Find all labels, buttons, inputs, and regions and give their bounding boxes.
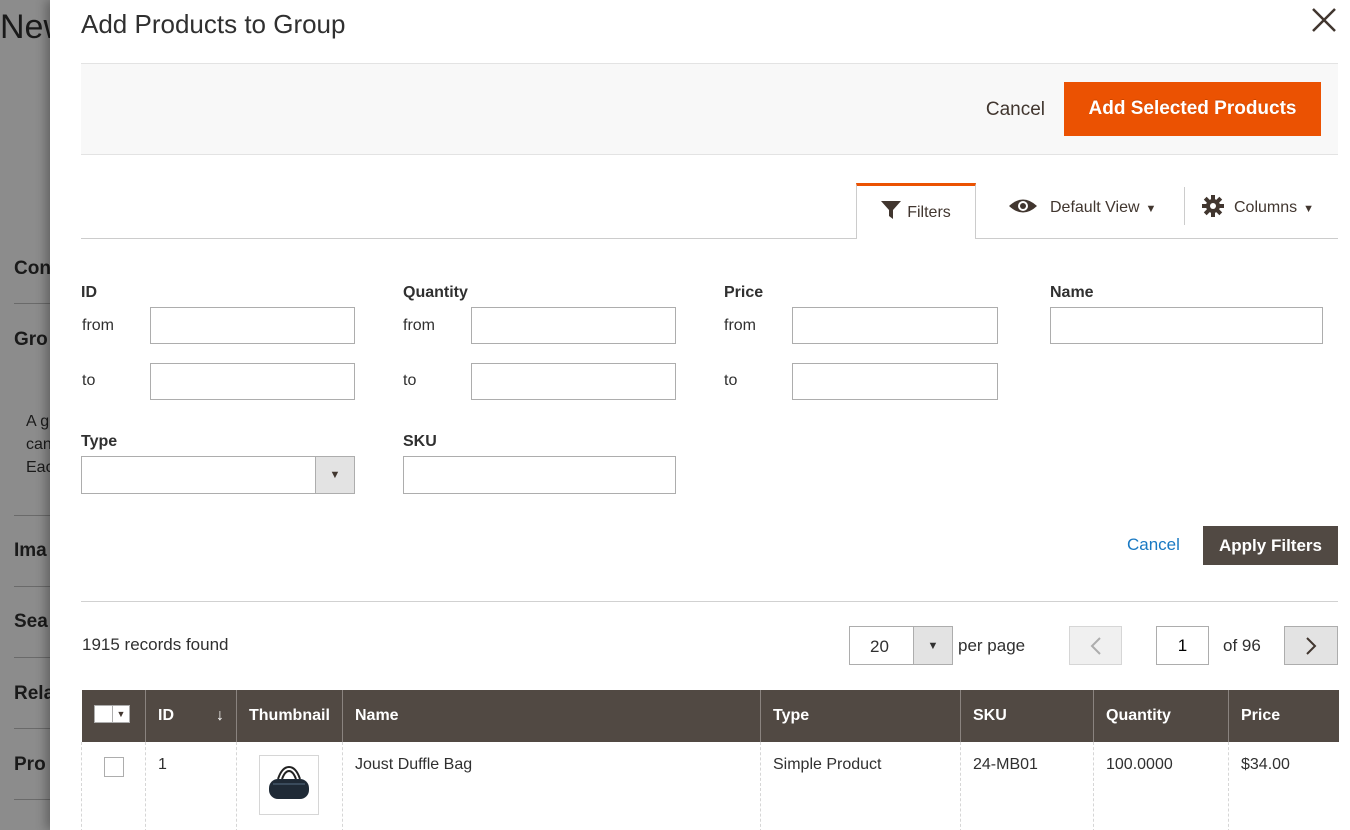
- column-header-type[interactable]: Type: [760, 690, 961, 742]
- filter-id-to-input[interactable]: [150, 363, 355, 400]
- close-icon[interactable]: [1310, 6, 1338, 34]
- eye-icon: [1008, 197, 1038, 220]
- filter-label-type: Type: [81, 433, 118, 450]
- modal-action-bar: Cancel Add Selected Products: [81, 63, 1338, 155]
- filter-price-from-label: from: [724, 317, 756, 334]
- filter-quantity-from-input[interactable]: [471, 307, 676, 344]
- background-text: A g: [26, 413, 50, 430]
- column-header-price[interactable]: Price: [1228, 690, 1339, 742]
- columns-dropdown[interactable]: Columns ▼: [1202, 190, 1314, 226]
- products-grid: ▼ ID ↓ Thumbnail Name Type SKU Quantity P…: [81, 690, 1339, 830]
- default-view-dropdown[interactable]: Default View ▼: [1008, 190, 1156, 226]
- add-products-modal: Add Products to Group Cancel Add Selecte…: [50, 0, 1350, 830]
- per-page-select[interactable]: 20 ▼: [849, 626, 953, 665]
- sort-arrow-icon: ↓: [216, 707, 224, 724]
- filter-icon: [881, 201, 902, 224]
- product-thumbnail[interactable]: [259, 755, 319, 815]
- cell-quantity: 100.0000: [1093, 742, 1229, 830]
- filters-cancel-link[interactable]: Cancel: [1127, 535, 1180, 555]
- page-number-input[interactable]: [1156, 626, 1209, 665]
- filter-id-from-input[interactable]: [150, 307, 355, 344]
- cell-type: Simple Product: [760, 742, 961, 830]
- background-section: Pro: [14, 754, 46, 775]
- chevron-down-icon: ▼: [913, 627, 952, 664]
- filter-label-price: Price: [724, 284, 764, 301]
- filter-label-id: ID: [81, 284, 97, 301]
- table-row[interactable]: 1 Joust Duffle Bag Simple Product 24-MB0…: [81, 742, 1339, 830]
- filter-quantity-to-input[interactable]: [471, 363, 676, 400]
- row-checkbox[interactable]: [104, 757, 124, 777]
- filter-id-from-label: from: [82, 317, 114, 334]
- filter-price-from-input[interactable]: [792, 307, 998, 344]
- chevron-down-icon: ▼: [315, 457, 354, 493]
- filter-quantity-to-label: to: [403, 372, 417, 389]
- cell-thumbnail: [236, 742, 343, 830]
- filter-price-to-label: to: [724, 372, 738, 389]
- per-page-label: per page: [958, 636, 1026, 655]
- modal-title: Add Products to Group: [81, 9, 346, 39]
- duffle-bag-icon: [269, 765, 309, 799]
- filter-name-input[interactable]: [1050, 307, 1323, 344]
- column-header-quantity[interactable]: Quantity: [1093, 690, 1229, 742]
- filter-id-to-label: to: [82, 372, 96, 389]
- gear-icon: [1202, 194, 1224, 222]
- add-selected-products-button[interactable]: Add Selected Products: [1064, 82, 1321, 136]
- records-found: 1915 records found: [82, 635, 229, 654]
- column-header-id[interactable]: ID ↓: [145, 690, 237, 742]
- background-text: can: [26, 436, 52, 453]
- mass-select-header: ▼: [81, 690, 146, 742]
- filters-tab[interactable]: Filters: [856, 183, 976, 239]
- background-section: Ima: [14, 540, 47, 561]
- cell-sku: 24-MB01: [960, 742, 1094, 830]
- per-page-value: 20: [870, 637, 889, 656]
- column-header-name[interactable]: Name: [342, 690, 761, 742]
- chevron-right-icon: [1306, 636, 1317, 655]
- mass-select-dropdown[interactable]: ▼: [93, 705, 130, 723]
- next-page-button[interactable]: [1284, 626, 1338, 665]
- filter-label-sku: SKU: [403, 433, 437, 450]
- toolbar-separator: [1184, 187, 1185, 225]
- default-view-label: Default View ▼: [1050, 199, 1157, 216]
- column-header-thumbnail: Thumbnail: [236, 690, 343, 742]
- cell-id: 1: [145, 742, 237, 830]
- filter-quantity-from-label: from: [403, 317, 435, 334]
- chevron-down-icon: ▼: [116, 709, 126, 719]
- filter-label-quantity: Quantity: [403, 284, 468, 301]
- background-section: Con: [14, 258, 51, 279]
- grid-header-row: ▼ ID ↓ Thumbnail Name Type SKU Quantity P…: [81, 690, 1339, 742]
- background-section: Rela: [14, 683, 55, 704]
- filters-tab-label: Filters: [907, 203, 951, 221]
- toolbar-divider: [81, 238, 1338, 239]
- background-section: Gro: [14, 329, 48, 350]
- previous-page-button[interactable]: [1069, 626, 1122, 665]
- background-section: Sea: [14, 611, 48, 632]
- total-pages: of 96: [1223, 636, 1261, 655]
- filter-type-select[interactable]: ▼: [81, 456, 355, 494]
- apply-filters-button[interactable]: Apply Filters: [1203, 526, 1338, 565]
- columns-label: Columns ▼: [1234, 199, 1315, 216]
- column-header-sku[interactable]: SKU: [960, 690, 1094, 742]
- cell-price: $34.00: [1228, 742, 1339, 830]
- filter-sku-input[interactable]: [403, 456, 676, 494]
- chevron-left-icon: [1090, 636, 1101, 655]
- cancel-button[interactable]: Cancel: [986, 84, 1045, 136]
- filter-label-name: Name: [1050, 284, 1094, 301]
- filter-price-to-input[interactable]: [792, 363, 998, 400]
- filters-divider: [81, 601, 1338, 602]
- cell-name: Joust Duffle Bag: [342, 742, 761, 830]
- row-select-cell: [81, 742, 146, 830]
